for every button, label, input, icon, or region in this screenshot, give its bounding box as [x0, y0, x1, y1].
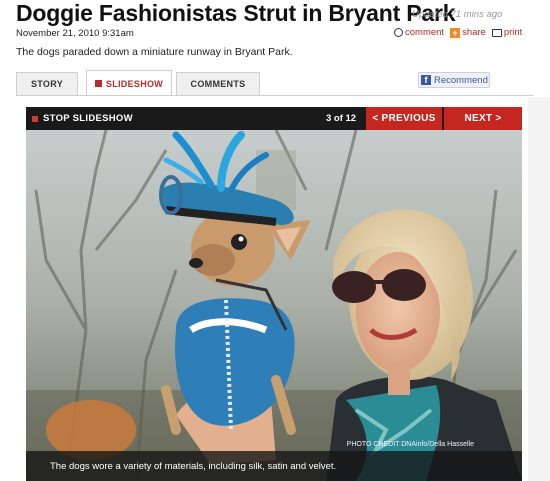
- tabs-divider: [16, 95, 534, 96]
- stop-slideshow-button[interactable]: STOP SLIDESHOW: [26, 107, 133, 130]
- facebook-recommend-button[interactable]: f Recommend: [418, 72, 490, 88]
- comment-link[interactable]: comment: [394, 27, 444, 38]
- print-label: print: [503, 27, 523, 38]
- article-actions: comment + share print: [394, 27, 522, 38]
- tab-slideshow-label: SLIDESHOW: [105, 78, 164, 89]
- previous-button[interactable]: < PREVIOUS: [366, 107, 442, 130]
- slide-counter: 3 of 12: [326, 113, 357, 124]
- slide-caption: The dogs wore a variety of materials, in…: [50, 461, 337, 472]
- updated-timestamp: Updated 71 mins ago: [412, 9, 503, 20]
- stop-icon: [32, 115, 38, 122]
- comment-icon: [394, 28, 403, 37]
- next-button[interactable]: NEXT >: [444, 107, 522, 130]
- share-link[interactable]: + share: [450, 27, 486, 38]
- article-subtitle: The dogs paraded down a miniature runway…: [16, 46, 293, 58]
- tab-comments-label: COMMENTS: [190, 79, 246, 89]
- tab-comments[interactable]: COMMENTS: [176, 72, 260, 95]
- article-dateline: November 21, 2010 9:31am: [16, 28, 134, 39]
- slideshow-toolbar: STOP SLIDESHOW 3 of 12 < PREVIOUS NEXT >: [26, 107, 522, 130]
- recommend-label: Recommend: [434, 74, 488, 86]
- share-icon: +: [450, 27, 461, 38]
- tab-story[interactable]: STORY: [16, 72, 78, 95]
- article-headline: Doggie Fashionistas Strut in Bryant Park: [16, 0, 456, 26]
- panel-edge: [528, 97, 550, 481]
- print-link[interactable]: print: [491, 27, 523, 38]
- slide-caption-bar: The dogs wore a variety of materials, in…: [26, 451, 522, 481]
- print-icon: [491, 28, 502, 37]
- photo-illustration: [26, 130, 522, 481]
- stop-slideshow-label: STOP SLIDESHOW: [43, 113, 133, 124]
- facebook-icon: f: [421, 75, 431, 85]
- slideshow-photo[interactable]: PHOTO CREDIT DNAinfo/Della Hasselle The …: [26, 130, 522, 481]
- tab-story-label: STORY: [30, 79, 63, 89]
- comment-label: comment: [405, 27, 445, 38]
- photo-credit: PHOTO CREDIT DNAinfo/Della Hasselle: [346, 441, 474, 448]
- slideshow-tab-icon: [94, 80, 102, 87]
- tab-slideshow[interactable]: SLIDESHOW: [86, 70, 172, 96]
- share-label: share: [462, 27, 486, 38]
